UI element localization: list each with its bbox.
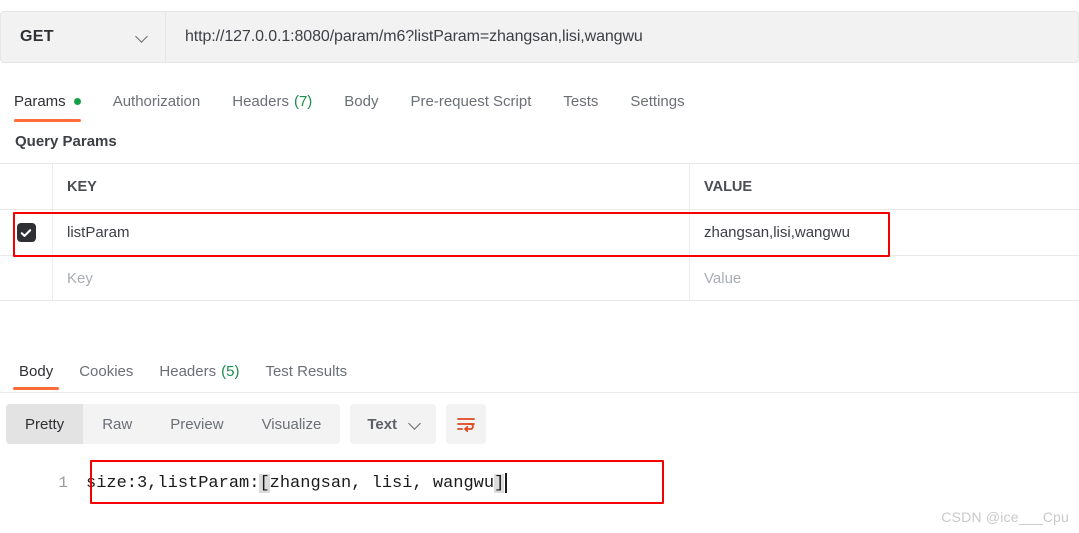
content-type-label: Text <box>367 415 398 433</box>
param-value-input[interactable]: zhangsan,lisi,wangwu <box>690 210 1079 255</box>
row-checkbox-cell <box>0 210 53 255</box>
table-header-row: KEY VALUE <box>0 163 1079 209</box>
response-tab-cookies[interactable]: Cookies <box>66 354 146 388</box>
row-enabled-checkbox[interactable] <box>16 223 36 242</box>
url-bar: GET http://127.0.0.1:8080/param/m6?listP… <box>0 11 1079 63</box>
empty-param-key-input[interactable]: Key <box>53 256 690 300</box>
view-raw-button[interactable]: Raw <box>83 404 151 444</box>
empty-param-value-input[interactable]: Value <box>690 256 1079 300</box>
tab-tests-label: Tests <box>563 92 599 110</box>
header-checkbox-cell <box>0 164 53 209</box>
text-caret <box>505 473 507 493</box>
response-body-prefix: size:3,listParam: <box>86 473 260 493</box>
tab-authorization-label: Authorization <box>112 92 201 110</box>
column-header-value: VALUE <box>704 178 753 195</box>
column-header-key: KEY <box>53 164 690 209</box>
response-divider <box>0 392 1079 393</box>
response-tab-headers-label: Headers <box>159 362 217 380</box>
tab-body-label: Body <box>344 92 379 110</box>
params-active-dot-icon <box>73 97 81 105</box>
response-body-text[interactable]: size:3,listParam:[zhangsan, lisi, wangwu… <box>80 473 507 493</box>
chevron-down-icon <box>409 418 422 431</box>
response-body-close-bracket: ] <box>494 473 505 493</box>
query-params-title: Query Params <box>15 133 117 150</box>
view-pretty-button[interactable]: Pretty <box>6 404 84 444</box>
response-tabs: Body Cookies Headers (5) Test Results <box>0 354 1079 390</box>
wrap-text-icon <box>457 418 475 432</box>
tab-pre-request-script-label: Pre-request Script <box>410 92 532 110</box>
response-body-items: zhangsan, lisi, wangwu <box>269 473 495 493</box>
response-body-area: 1 size:3,listParam:[zhangsan, lisi, wang… <box>0 460 1079 506</box>
active-response-tab-underline <box>13 387 60 390</box>
response-tab-test-results[interactable]: Test Results <box>252 354 360 388</box>
response-tab-cookies-label: Cookies <box>79 362 134 380</box>
tab-headers-count: (7) <box>293 92 313 110</box>
tab-params[interactable]: Params <box>14 83 99 122</box>
line-number: 1 <box>58 474 68 492</box>
wrap-text-button[interactable] <box>446 404 487 444</box>
tab-params-label: Params <box>14 92 66 110</box>
response-tab-headers[interactable]: Headers (5) <box>146 354 252 388</box>
request-tabs: Params Authorization Headers (7) Body Pr… <box>0 83 1079 122</box>
tab-headers[interactable]: Headers (7) <box>232 83 330 119</box>
param-key-input[interactable]: listParam <box>53 210 690 255</box>
query-params-table: KEY VALUE listParam zhangsan,lisi,wangwu… <box>0 163 1079 301</box>
http-method-select[interactable]: GET <box>0 11 166 63</box>
table-row[interactable]: listParam zhangsan,lisi,wangwu <box>0 209 1079 255</box>
response-tab-body[interactable]: Body <box>6 354 66 390</box>
tab-settings-label: Settings <box>630 92 685 110</box>
response-body-open-bracket: [ <box>259 473 270 493</box>
http-method-label: GET <box>20 28 54 45</box>
empty-row-checkbox-cell <box>0 256 53 300</box>
tab-pre-request-script[interactable]: Pre-request Script <box>411 83 550 119</box>
tab-authorization[interactable]: Authorization <box>113 83 219 119</box>
tab-body[interactable]: Body <box>344 83 396 119</box>
tab-settings[interactable]: Settings <box>630 83 702 119</box>
watermark: CSDN @ice___Cpu <box>941 509 1069 525</box>
view-visualize-button[interactable]: Visualize <box>243 404 341 444</box>
postman-request-response-view: GET http://127.0.0.1:8080/param/m6?listP… <box>0 0 1079 533</box>
response-format-toolbar: Pretty Raw Preview Visualize Text <box>6 404 487 444</box>
response-tab-test-results-label: Test Results <box>265 362 348 380</box>
table-row-empty[interactable]: Key Value <box>0 255 1079 301</box>
response-tab-headers-count: (5) <box>221 362 240 380</box>
tab-headers-label: Headers <box>232 92 289 110</box>
chevron-down-icon <box>136 31 149 44</box>
tab-tests[interactable]: Tests <box>563 83 616 119</box>
active-tab-underline <box>14 119 81 122</box>
view-preview-button[interactable]: Preview <box>151 404 242 444</box>
url-input[interactable]: http://127.0.0.1:8080/param/m6?listParam… <box>166 11 1079 63</box>
response-view-segmented-control: Pretty Raw Preview Visualize <box>6 404 341 444</box>
response-tab-body-label: Body <box>19 362 54 380</box>
content-type-select[interactable]: Text <box>350 404 437 444</box>
